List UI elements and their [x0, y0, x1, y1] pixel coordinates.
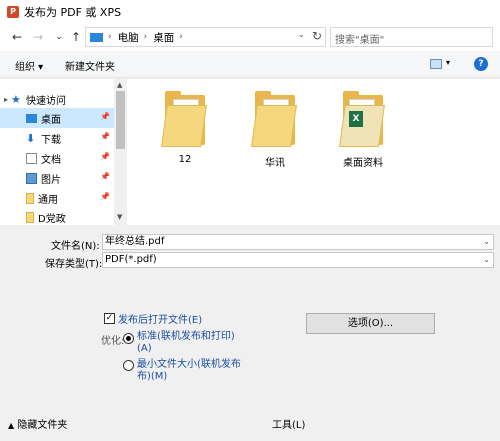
minimum-size-label-line1[interactable]: 最小文件大小(联机发布: [137, 359, 241, 371]
download-icon: ⬇: [26, 131, 36, 145]
breadcrumb-separator[interactable]: ›: [144, 32, 148, 42]
new-folder-button[interactable]: 新建文件夹: [65, 58, 115, 73]
sidebar-item-label: 图片: [41, 174, 61, 186]
folder-icon: [161, 89, 209, 151]
hide-folders-button[interactable]: ▲ 隐藏文件夹: [8, 416, 67, 431]
command-toolbar: 组织 ▾ 新建文件夹 ▾ ?: [0, 51, 500, 78]
address-bar[interactable]: › 电脑 › 桌面 › ⌄ ↻: [85, 27, 326, 47]
desktop-icon: [26, 113, 37, 123]
hide-folders-label: 隐藏文件夹: [17, 420, 68, 431]
forward-arrow-icon[interactable]: →: [31, 29, 45, 45]
filetype-value: PDF(*.pdf): [105, 254, 157, 265]
search-input[interactable]: 搜索"桌面": [330, 27, 493, 47]
folder-excel-icon: X: [339, 89, 387, 151]
breadcrumb-computer[interactable]: 电脑: [118, 30, 139, 45]
pin-icon[interactable]: 📌: [100, 112, 110, 121]
help-icon[interactable]: ?: [474, 57, 488, 71]
picture-icon: [26, 172, 37, 184]
sidebar-item-downloads[interactable]: ⬇ 下载 📌: [0, 128, 114, 148]
address-row: ← → ⌄ ↑ › 电脑 › 桌面 › ⌄ ↻ 搜索"桌面": [0, 23, 500, 51]
standard-label-line2[interactable]: (A): [137, 343, 152, 355]
standard-label-line1[interactable]: 标准(联机发布和打印): [137, 331, 235, 343]
navigation-pane: ▸ ★ 快速访问 桌面 📌 ⬇ 下载 📌 文档 📌 图片 📌 通用 📌 D党政 …: [0, 79, 127, 225]
document-icon: [26, 152, 37, 164]
options-button[interactable]: 选项(O)...: [306, 313, 435, 334]
scroll-down-icon[interactable]: ▼: [117, 213, 122, 221]
filetype-label: 保存类型(T):: [45, 259, 103, 270]
open-after-publish-label[interactable]: 发布后打开文件(E): [118, 311, 202, 326]
title-bar: P 发布为 PDF 或 XPS: [0, 0, 500, 23]
breadcrumb-separator[interactable]: ›: [179, 32, 183, 42]
sidebar-scrollbar[interactable]: ▲ ▼: [114, 79, 127, 225]
minimum-size-radio[interactable]: [123, 360, 134, 371]
pin-icon[interactable]: 📌: [100, 192, 110, 201]
optimize-label: 优化:: [101, 336, 125, 347]
scrollbar-thumb[interactable]: [116, 91, 125, 149]
sidebar-item-general[interactable]: 通用 📌: [0, 188, 114, 208]
chevron-up-icon[interactable]: ▲: [8, 421, 14, 430]
sidebar-item-label: 文档: [41, 154, 61, 166]
search-placeholder: 搜索"桌面": [335, 35, 385, 46]
file-item[interactable]: 12: [150, 89, 220, 165]
sidebar-item-pictures[interactable]: 图片 📌: [0, 168, 114, 188]
expand-chevron-icon[interactable]: ▸: [4, 95, 8, 104]
filename-field[interactable]: 年终总结.pdf ⌄: [102, 234, 494, 250]
powerpoint-icon: P: [7, 5, 19, 18]
chevron-down-icon[interactable]: ⌄: [483, 235, 490, 249]
pin-icon[interactable]: 📌: [100, 152, 110, 161]
sidebar-item-documents[interactable]: 文档 📌: [0, 148, 114, 168]
pin-icon[interactable]: 📌: [100, 172, 110, 181]
sidebar-item-label: 桌面: [41, 114, 61, 126]
dialog-footer: ▲ 隐藏文件夹 工具(L): [0, 405, 500, 441]
sidebar-item-label: 通用: [38, 194, 58, 206]
sidebar-item-label: 快速访问: [26, 95, 67, 107]
open-after-publish-checkbox-row[interactable]: ✓ 发布后打开文件(E): [104, 311, 202, 326]
file-list: 12 华讯 X 桌面资料: [127, 79, 500, 225]
sidebar-item-label: D党政: [38, 213, 66, 225]
pin-icon[interactable]: 📌: [100, 132, 110, 141]
view-dropdown-icon[interactable]: ▾: [446, 58, 450, 67]
back-arrow-icon[interactable]: ←: [10, 29, 24, 45]
view-options-icon[interactable]: [430, 59, 442, 69]
folder-icon: [90, 32, 103, 42]
sidebar-item-label: 下载: [41, 134, 61, 146]
folder-icon: [26, 192, 34, 204]
folder-icon: [26, 211, 34, 223]
breadcrumb-separator[interactable]: ›: [108, 32, 112, 42]
file-item[interactable]: 华讯: [240, 89, 310, 169]
minimum-size-label-line2[interactable]: 布)(M): [137, 371, 167, 383]
open-after-publish-checkbox[interactable]: ✓: [104, 313, 115, 324]
file-name: 12: [178, 154, 192, 165]
file-name: 华讯: [265, 158, 285, 169]
sidebar-item-d-party[interactable]: D党政: [0, 207, 114, 227]
star-icon: ★: [11, 92, 21, 106]
standard-radio[interactable]: [123, 333, 134, 344]
tools-button[interactable]: 工具(L): [272, 416, 305, 431]
filetype-select[interactable]: PDF(*.pdf) ⌄: [102, 252, 494, 268]
refresh-icon[interactable]: ↻: [312, 29, 322, 43]
file-name: 桌面资料: [343, 158, 383, 169]
up-arrow-icon[interactable]: ↑: [69, 29, 83, 45]
scroll-up-icon[interactable]: ▲: [117, 81, 122, 89]
sidebar-item-quick-access[interactable]: ▸ ★ 快速访问: [4, 89, 118, 109]
recent-locations-chevron-icon[interactable]: ⌄: [52, 29, 66, 45]
window-title: 发布为 PDF 或 XPS: [24, 5, 122, 19]
sidebar-item-desktop[interactable]: 桌面 📌: [0, 108, 114, 128]
filename-value: 年终总结.pdf: [105, 236, 165, 247]
breadcrumb-desktop[interactable]: 桌面: [153, 30, 174, 45]
chevron-down-icon[interactable]: ⌄: [483, 253, 490, 267]
organize-button[interactable]: 组织 ▾: [15, 58, 43, 73]
folder-icon: [251, 89, 299, 151]
address-dropdown-icon[interactable]: ⌄: [297, 30, 305, 40]
file-item[interactable]: X 桌面资料: [328, 89, 398, 169]
filename-label: 文件名(N):: [51, 241, 100, 252]
